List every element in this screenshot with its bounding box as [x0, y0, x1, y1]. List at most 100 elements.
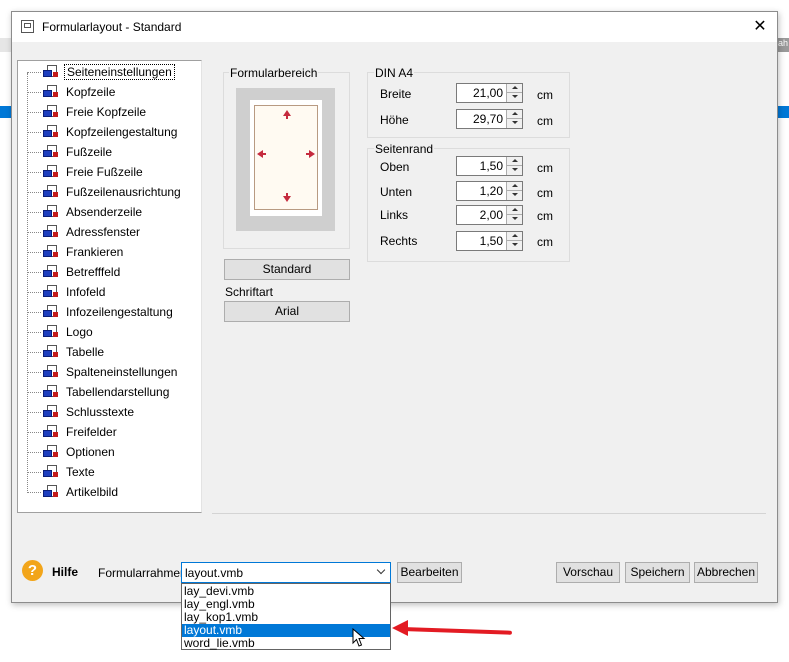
- tree-item-label: Freifelder: [66, 425, 117, 439]
- hoehe-label: Höhe: [380, 113, 409, 127]
- spin-down-icon[interactable]: [506, 191, 522, 200]
- tree-item[interactable]: Logo: [27, 323, 197, 343]
- spin-down-icon[interactable]: [506, 166, 522, 175]
- spin-up-icon[interactable]: [506, 206, 522, 215]
- standard-button[interactable]: Standard: [224, 259, 350, 280]
- chevron-down-icon[interactable]: [376, 565, 386, 575]
- tree-item[interactable]: Absenderzeile: [27, 203, 197, 223]
- tree-item[interactable]: Fußzeile: [27, 143, 197, 163]
- tree-item[interactable]: Adressfenster: [27, 223, 197, 243]
- tree-connector: [27, 332, 41, 333]
- tree-item[interactable]: Seiteneinstellungen: [27, 63, 197, 83]
- close-icon[interactable]: ✕: [743, 12, 777, 42]
- tree-item-label: Spalteneinstellungen: [66, 365, 178, 379]
- tree-connector: [27, 472, 41, 473]
- form-settings-icon: [43, 205, 58, 219]
- tree-item[interactable]: Infozeilengestaltung: [27, 303, 197, 323]
- arrow-right-stem: [306, 153, 309, 155]
- tree-item-label: Fußzeilenausrichtung: [66, 185, 181, 199]
- breite-unit: cm: [537, 88, 553, 102]
- tree-item[interactable]: Fußzeilenausrichtung: [27, 183, 197, 203]
- abbrechen-button[interactable]: Abbrechen: [694, 562, 758, 583]
- tree-item[interactable]: Artikelbild: [27, 483, 197, 503]
- arrow-down-icon: [283, 196, 291, 202]
- form-settings-icon: [43, 125, 58, 139]
- bearbeiten-button[interactable]: Bearbeiten: [397, 562, 462, 583]
- help-label[interactable]: Hilfe: [52, 565, 78, 579]
- tree-connector: [27, 212, 41, 213]
- tree-item[interactable]: Tabellendarstellung: [27, 383, 197, 403]
- spin-down-icon[interactable]: [506, 119, 522, 128]
- unten-label: Unten: [380, 185, 413, 199]
- din-a4-title: DIN A4: [374, 66, 415, 80]
- tree-item[interactable]: Freie Fußzeile: [27, 163, 197, 183]
- window-title: Formularlayout - Standard: [42, 20, 182, 34]
- tree-item[interactable]: Tabelle: [27, 343, 197, 363]
- rechts-label: Rechts: [380, 234, 418, 248]
- tree-item[interactable]: Spalteneinstellungen: [27, 363, 197, 383]
- vorschau-button[interactable]: Vorschau: [556, 562, 620, 583]
- breite-stepper[interactable]: 21,00: [456, 83, 523, 103]
- tree-item-label: Freie Kopfzeile: [66, 105, 147, 119]
- arrow-left-stem: [263, 153, 266, 155]
- tree-item[interactable]: Optionen: [27, 443, 197, 463]
- spin-down-icon[interactable]: [506, 93, 522, 102]
- tree-item-label: Frankieren: [66, 245, 124, 259]
- arrow-down-stem: [286, 193, 288, 196]
- formularrahmen-label: Formularrahmen: [98, 566, 187, 580]
- form-settings-icon: [43, 445, 58, 459]
- hoehe-stepper[interactable]: 29,70: [456, 109, 523, 129]
- tree-connector: [27, 92, 41, 93]
- links-value: 2,00: [479, 208, 503, 222]
- arrow-up-stem: [286, 116, 288, 119]
- formularrahmen-combobox[interactable]: layout.vmb: [181, 562, 391, 583]
- tree-connector: [27, 112, 41, 113]
- form-settings-icon: [43, 265, 58, 279]
- tree-item-label: Logo: [66, 325, 93, 339]
- spin-up-icon[interactable]: [506, 84, 522, 93]
- tree-connector: [27, 232, 41, 233]
- spin-up-icon[interactable]: [506, 182, 522, 191]
- tree-item[interactable]: Freifelder: [27, 423, 197, 443]
- rechts-stepper[interactable]: 1,50: [456, 231, 523, 251]
- spin-up-icon[interactable]: [506, 110, 522, 119]
- spin-up-icon[interactable]: [506, 157, 522, 166]
- spin-down-icon[interactable]: [506, 241, 522, 250]
- tree-item[interactable]: Schlusstexte: [27, 403, 197, 423]
- tree-item[interactable]: Kopfzeilengestaltung: [27, 123, 197, 143]
- tree-item-label: Adressfenster: [66, 225, 141, 239]
- tree-connector: [27, 492, 41, 493]
- font-button[interactable]: Arial: [224, 301, 350, 322]
- form-settings-icon: [43, 385, 58, 399]
- form-settings-icon: [43, 285, 58, 299]
- tree-item[interactable]: Frankieren: [27, 243, 197, 263]
- links-stepper[interactable]: 2,00: [456, 205, 523, 225]
- tree-connector: [27, 132, 41, 133]
- footer-separator: [212, 513, 766, 514]
- spin-down-icon[interactable]: [506, 215, 522, 224]
- tree-item-label: Infofeld: [66, 285, 106, 299]
- unten-stepper[interactable]: 1,20: [456, 181, 523, 201]
- title-bar: Formularlayout - Standard ✕: [12, 12, 777, 42]
- tree-item[interactable]: Freie Kopfzeile: [27, 103, 197, 123]
- help-icon[interactable]: ?: [22, 560, 43, 581]
- rechts-value: 1,50: [479, 234, 503, 248]
- page-preview: [236, 88, 335, 231]
- window-icon: [21, 20, 34, 33]
- tree-item[interactable]: Infofeld: [27, 283, 197, 303]
- form-settings-icon: [43, 65, 58, 79]
- schriftart-label: Schriftart: [225, 285, 274, 299]
- tree-item[interactable]: Kopfzeile: [27, 83, 197, 103]
- breite-value: 21,00: [472, 86, 503, 100]
- speichern-button[interactable]: Speichern: [625, 562, 690, 583]
- tree-item[interactable]: Betrefffeld: [27, 263, 197, 283]
- tree-connector: [27, 172, 41, 173]
- tree-item[interactable]: Texte: [27, 463, 197, 483]
- tree-connector: [27, 252, 41, 253]
- spin-up-icon[interactable]: [506, 232, 522, 241]
- form-settings-icon: [43, 225, 58, 239]
- oben-stepper[interactable]: 1,50: [456, 156, 523, 176]
- tree-connector: [27, 292, 41, 293]
- settings-tree[interactable]: Seiteneinstellungen Kopfzeile Freie Kopfze…: [17, 60, 202, 513]
- preview-paper: [250, 100, 322, 216]
